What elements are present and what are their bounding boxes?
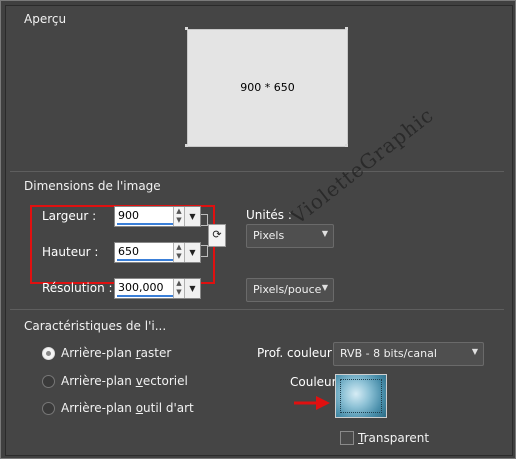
spin-down-icon[interactable]: ▼ <box>174 288 184 297</box>
option-text: aster <box>140 346 172 360</box>
preview-corner-handle <box>185 27 188 30</box>
color-depth-value[interactable]: RVB - 8 bits/canal <box>340 347 437 360</box>
option-text: Arrière-plan <box>61 401 136 415</box>
resolution-spin-arrows[interactable]: ▲ ▼ <box>173 279 184 298</box>
option-text: Arrière-plan <box>61 346 136 360</box>
option-art-media-label[interactable]: Arrière-plan outil d'art <box>61 401 194 415</box>
option-text: ectoriel <box>142 374 188 388</box>
link-bracket-top <box>201 214 208 226</box>
preview-size-label: 900 * 650 <box>240 81 295 94</box>
chevron-down-icon[interactable]: ▼ <box>184 207 200 226</box>
section-divider <box>10 171 504 172</box>
color-depth-label: Prof. couleur: <box>257 346 336 360</box>
resolution-spinner[interactable]: 300,000 ▲ ▼ ▼ <box>114 278 201 299</box>
chevron-down-icon[interactable]: ▼ <box>322 283 328 292</box>
transparent-text: ransparent <box>363 431 430 445</box>
radio-art-media[interactable] <box>42 402 55 415</box>
chevron-down-icon[interactable]: ▼ <box>184 279 200 298</box>
resolution-units-dropdown[interactable]: Pixels/pouce ▼ <box>246 278 334 302</box>
height-label: Hauteur : <box>42 245 99 259</box>
chevron-down-icon[interactable]: ▼ <box>322 229 328 238</box>
units-value[interactable]: Pixels <box>253 229 284 242</box>
width-value[interactable]: 900 <box>118 209 139 222</box>
transparent-label[interactable]: Transparent <box>358 431 429 445</box>
spin-down-icon[interactable]: ▼ <box>174 216 184 225</box>
preview-corner-handle <box>345 27 348 30</box>
spin-up-icon[interactable]: ▲ <box>174 243 184 252</box>
option-accel: v <box>135 374 143 388</box>
units-label: Unités : <box>246 208 292 222</box>
units-dropdown[interactable]: Pixels ▼ <box>246 224 334 248</box>
resolution-value[interactable]: 300,000 <box>118 281 164 294</box>
option-text: util d'art <box>143 401 194 415</box>
characteristics-title: Caractéristiques de l'i... <box>24 319 167 333</box>
dimensions-title: Dimensions de l'image <box>24 179 161 193</box>
width-spin-arrows[interactable]: ▲ ▼ <box>173 207 184 226</box>
width-spinner[interactable]: 900 ▲ ▼ ▼ <box>114 206 201 227</box>
radio-raster[interactable] <box>42 347 55 360</box>
option-raster-label[interactable]: Arrière-plan raster <box>61 346 171 360</box>
section-divider <box>10 309 504 310</box>
spin-up-icon[interactable]: ▲ <box>174 207 184 216</box>
height-slider-bar[interactable] <box>117 259 173 261</box>
option-accel: o <box>135 401 144 415</box>
width-label: Largeur : <box>42 209 97 223</box>
radio-vector[interactable] <box>42 375 55 388</box>
chevron-down-icon[interactable]: ▼ <box>184 243 200 262</box>
height-value[interactable]: 650 <box>118 245 139 258</box>
width-slider-bar[interactable] <box>117 223 173 225</box>
preview-canvas: 900 * 650 <box>187 29 348 147</box>
color-depth-dropdown[interactable]: RVB - 8 bits/canal ▼ <box>333 342 484 366</box>
resolution-slider-bar[interactable] <box>117 295 173 297</box>
link-bracket-bottom <box>201 245 208 257</box>
resolution-label: Résolution : <box>42 281 113 295</box>
spin-up-icon[interactable]: ▲ <box>174 279 184 288</box>
preview-corner-handle <box>185 144 188 147</box>
preview-corner-handle <box>345 144 348 147</box>
preview-title: Aperçu <box>24 12 67 26</box>
height-spinner[interactable]: 650 ▲ ▼ ▼ <box>114 242 201 263</box>
spin-down-icon[interactable]: ▼ <box>174 252 184 261</box>
transparent-checkbox[interactable] <box>340 431 354 445</box>
chevron-down-icon[interactable]: ▼ <box>472 347 478 356</box>
red-arrow-icon <box>294 396 330 410</box>
option-vector-label[interactable]: Arrière-plan vectoriel <box>61 374 188 388</box>
height-spin-arrows[interactable]: ▲ ▼ <box>173 243 184 262</box>
link-aspect-icon[interactable]: ⟳ <box>208 224 226 247</box>
color-swatch[interactable] <box>335 374 387 418</box>
resolution-units-value[interactable]: Pixels/pouce <box>253 283 321 296</box>
option-text: Arrière-plan <box>61 374 136 388</box>
